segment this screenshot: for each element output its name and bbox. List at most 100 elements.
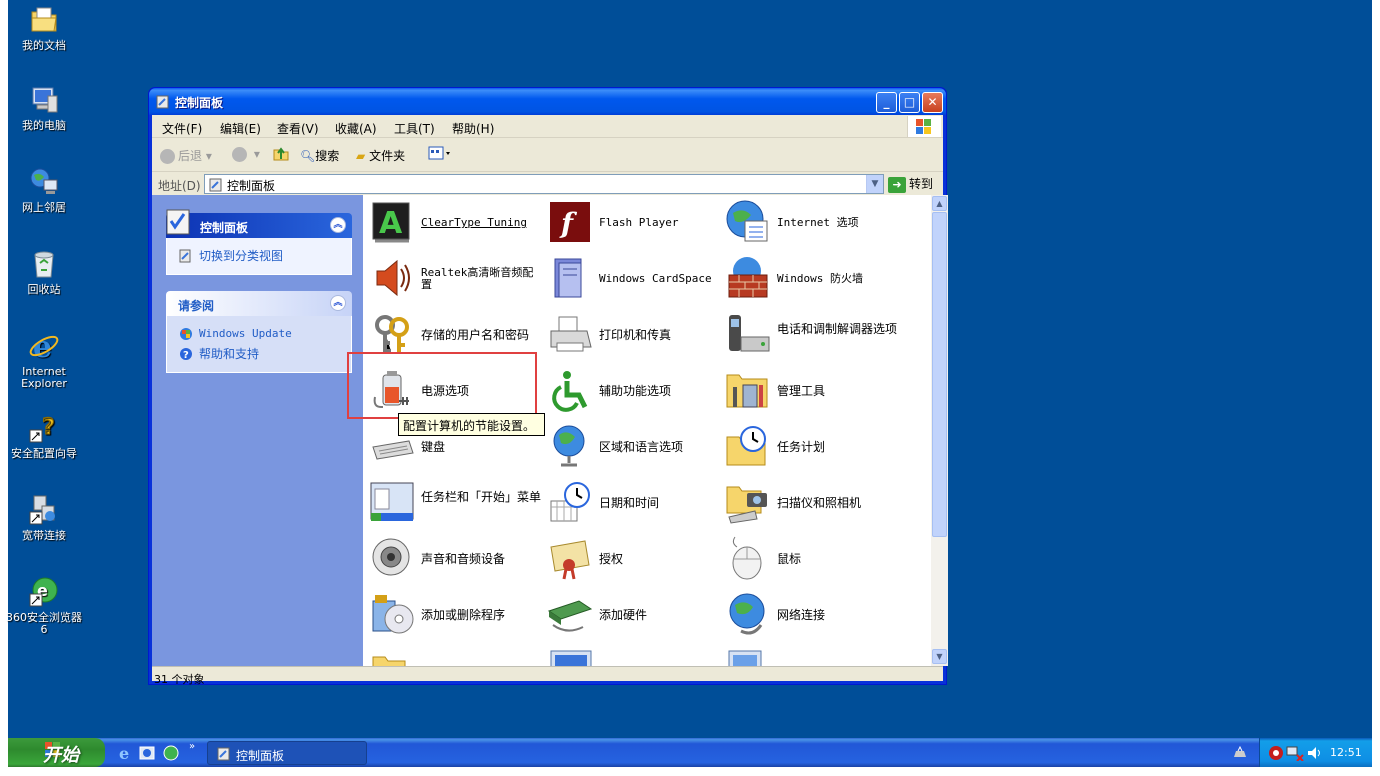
quicklaunch-more-chevron-icon[interactable]: » xyxy=(189,741,195,752)
vertical-scrollbar[interactable]: ▲ ▼ xyxy=(931,195,948,666)
desktop-icon-my-computer[interactable]: 我的电脑 xyxy=(6,84,82,132)
close-button[interactable]: ✕ xyxy=(922,92,943,113)
desktop-icon-label: 360安全浏览器6 xyxy=(6,611,82,636)
menu-bar: 文件(F) 编辑(E) 查看(V) 收藏(A) 工具(T) 帮助(H) xyxy=(152,115,943,138)
scanners-icon xyxy=(725,479,771,525)
views-button[interactable] xyxy=(428,145,452,164)
folder-icon: ▰ xyxy=(356,149,366,163)
item-label: 添加或删除程序 xyxy=(421,608,506,622)
tray-network-status-icon[interactable] xyxy=(1286,745,1304,764)
item-cleartype[interactable]: A ClearType Tuning xyxy=(369,197,545,249)
collapse-chevron-icon[interactable]: ︽ xyxy=(330,295,346,311)
svg-text:A: A xyxy=(379,206,403,241)
control-panel-box: 控制面板 ︽ 切换到分类视图 xyxy=(166,209,352,275)
title-bar[interactable]: 控制面板 _ □ ✕ xyxy=(149,88,946,115)
item-flash-player[interactable]: f Flash Player xyxy=(547,197,723,249)
desktop-icon-my-documents[interactable]: 我的文档 xyxy=(6,4,82,52)
quicklaunch-360-icon[interactable] xyxy=(163,745,179,761)
desktop-icon-label: 回收站 xyxy=(27,283,61,296)
cleartype-icon: A xyxy=(369,199,415,245)
search-button[interactable]: 🔍︎搜索 xyxy=(300,147,339,164)
menu-edit[interactable]: 编辑(E) xyxy=(220,120,261,137)
control-panel-box-body: 切换到分类视图 xyxy=(166,238,352,275)
item-scheduled-tasks[interactable]: 任务计划 xyxy=(725,421,901,473)
folders-button[interactable]: ▰ 文件夹 xyxy=(356,147,405,164)
start-label: 开始 xyxy=(43,745,79,766)
item-add-hardware[interactable]: 添加硬件 xyxy=(547,589,723,641)
item-admin-tools[interactable]: 管理工具 xyxy=(725,365,901,417)
item-label: Flash Player xyxy=(599,216,679,229)
window-title: 控制面板 xyxy=(175,96,224,110)
mouse-icon xyxy=(725,535,771,581)
tray-network-icon[interactable] xyxy=(1232,745,1248,764)
quicklaunch-desktop-icon[interactable] xyxy=(139,745,155,761)
item-mouse[interactable]: 鼠标 xyxy=(725,533,901,585)
search-icon: 🔍︎ xyxy=(300,149,316,163)
item-sounds[interactable]: 声音和音频设备 xyxy=(369,533,545,585)
scroll-thumb[interactable] xyxy=(932,212,947,537)
maximize-button[interactable]: □ xyxy=(899,92,920,113)
windows-update-link[interactable]: Windows Update xyxy=(177,324,341,344)
menu-help[interactable]: 帮助(H) xyxy=(452,120,494,137)
desktop-icon-internet-explorer[interactable]: e Internet Explorer xyxy=(6,330,82,390)
item-taskbar-start[interactable]: 任务栏和「开始」菜单 xyxy=(369,477,545,529)
item-printers[interactable]: 打印机和传真 xyxy=(547,309,723,361)
minimize-button[interactable]: _ xyxy=(876,92,897,113)
item-add-remove-programs[interactable]: 添加或删除程序 xyxy=(369,589,545,641)
up-folder-button[interactable] xyxy=(272,144,290,165)
item-internet-options[interactable]: Internet 选项 xyxy=(725,197,901,249)
collapse-chevron-icon[interactable]: ︽ xyxy=(330,217,346,233)
item-label: 声音和音频设备 xyxy=(421,552,506,566)
item-label: ClearType Tuning xyxy=(421,216,527,229)
item-network-connections[interactable]: 网络连接 xyxy=(725,589,901,641)
item-date-time[interactable]: 日期和时间 xyxy=(547,477,723,529)
desktop-icon-security-wizard[interactable]: ? 安全配置向导 xyxy=(6,412,82,460)
desktop-icon-broadband[interactable]: 宽带连接 xyxy=(6,494,82,542)
help-support-link[interactable]: ? 帮助和支持 xyxy=(177,344,341,364)
item-regional[interactable]: 区域和语言选项 xyxy=(547,421,723,473)
control-panel-box-header[interactable]: 控制面板 ︽ xyxy=(166,209,352,238)
desktop-icon-network-places[interactable]: 网上邻居 xyxy=(6,166,82,214)
quicklaunch-ie-icon[interactable]: e xyxy=(118,744,134,763)
broadband-icon xyxy=(28,494,60,526)
menu-file[interactable]: 文件(F) xyxy=(162,120,202,137)
item-partial[interactable] xyxy=(725,645,901,666)
back-button[interactable]: 后退 ▾ xyxy=(160,147,212,164)
clock[interactable]: 12:51 xyxy=(1330,746,1362,759)
item-phone-modem[interactable]: 电话和调制解调器选项 xyxy=(725,309,901,361)
scroll-down-button[interactable]: ▼ xyxy=(932,649,947,664)
windows-update-label: Windows Update xyxy=(199,327,292,340)
menu-tools[interactable]: 工具(T) xyxy=(394,120,435,137)
menu-view[interactable]: 查看(V) xyxy=(277,120,319,137)
item-scanners[interactable]: 扫描仪和照相机 xyxy=(725,477,901,529)
address-field[interactable]: 控制面板 ▼ xyxy=(204,174,884,194)
item-accessibility[interactable]: 辅助功能选项 xyxy=(547,365,723,417)
scroll-up-button[interactable]: ▲ xyxy=(932,196,947,211)
see-also-header[interactable]: 请参阅 ︽ xyxy=(166,291,352,316)
tray-volume-icon[interactable] xyxy=(1306,745,1322,764)
go-button[interactable]: ➜ 转到 xyxy=(888,175,933,193)
forward-button[interactable]: ▾ xyxy=(232,147,260,162)
menu-favorites[interactable]: 收藏(A) xyxy=(335,120,377,137)
item-firewall[interactable]: Windows 防火墙 xyxy=(725,253,901,305)
address-bar: 地址(D) 控制面板 ▼ ➜ 转到 xyxy=(152,173,943,195)
switch-category-view-link[interactable]: 切换到分类视图 xyxy=(177,246,341,266)
item-partial[interactable] xyxy=(547,645,723,666)
tray-antivirus-icon[interactable] xyxy=(1268,745,1284,764)
item-realtek-audio[interactable]: Realtek高清晰音频配置 xyxy=(369,253,545,305)
flash-player-icon: f xyxy=(547,199,593,245)
start-button[interactable]: 开始 xyxy=(8,738,105,767)
item-cardspace[interactable]: Windows CardSpace xyxy=(547,253,723,305)
realtek-audio-icon xyxy=(369,255,415,301)
item-partial[interactable] xyxy=(369,647,545,666)
desktop-icon-recycle-bin[interactable]: 回收站 xyxy=(6,248,82,296)
item-licensing[interactable]: 授权 xyxy=(547,533,723,585)
display-icon xyxy=(725,647,771,666)
svg-text:e: e xyxy=(33,330,52,362)
taskbar-button-control-panel[interactable]: 控制面板 xyxy=(207,741,367,765)
desktop-icon-360-browser[interactable]: e 360安全浏览器6 xyxy=(6,576,82,636)
switch-view-icon xyxy=(179,249,193,263)
address-dropdown-button[interactable]: ▼ xyxy=(866,175,883,193)
see-also-title: 请参阅 xyxy=(178,299,215,313)
status-bar: 31 个对象 xyxy=(152,666,943,686)
